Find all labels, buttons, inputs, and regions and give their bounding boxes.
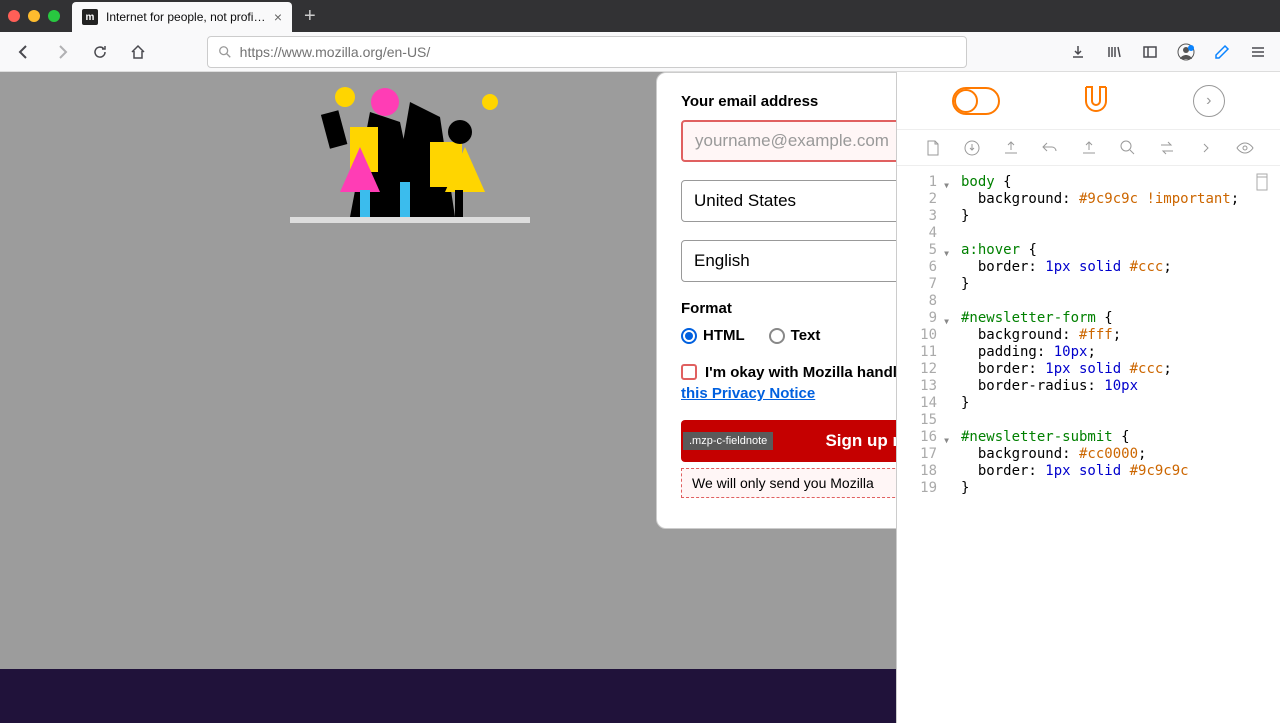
- line-number: 6: [897, 259, 937, 276]
- address-bar[interactable]: https://www.mozilla.org/en-US/: [207, 36, 967, 68]
- format-text-radio[interactable]: Text: [769, 327, 821, 344]
- page-content: Your email address United States English…: [0, 72, 1280, 723]
- line-number: 2: [897, 191, 937, 208]
- url-text: https://www.mozilla.org/en-US/: [240, 44, 431, 60]
- tab-title: Internet for people, not profit —: [106, 10, 266, 24]
- line-number: 9▼: [897, 310, 937, 327]
- reload-button[interactable]: [86, 38, 114, 66]
- download-icon[interactable]: [962, 138, 982, 158]
- line-number: 8: [897, 293, 937, 310]
- tab-strip: m Internet for people, not profit — × +: [0, 0, 1280, 32]
- line-number: 14: [897, 395, 937, 412]
- line-number: 3: [897, 208, 937, 225]
- search-icon: [218, 45, 232, 59]
- favicon: m: [82, 9, 98, 25]
- page-footer: [0, 669, 896, 723]
- privacy-notice-link[interactable]: this Privacy Notice: [681, 385, 815, 402]
- chevron-right-icon[interactable]: [1196, 138, 1216, 158]
- browser-tab[interactable]: m Internet for people, not profit — ×: [72, 2, 292, 32]
- line-number: 4: [897, 225, 937, 242]
- close-window-button[interactable]: [8, 10, 20, 22]
- magnet-icon[interactable]: [1078, 83, 1114, 119]
- new-file-icon[interactable]: [923, 138, 943, 158]
- hero-illustration: [290, 72, 530, 227]
- line-number: 16▼: [897, 429, 937, 446]
- css-editor[interactable]: 1▼ 2 3 4 5▼ 6 7 8 9▼ 10 11 12 13 14 15 1…: [897, 166, 1280, 497]
- maximize-window-button[interactable]: [48, 10, 60, 22]
- upload-icon[interactable]: [1001, 138, 1021, 158]
- profile-icon[interactable]: [1174, 40, 1198, 64]
- sidebar-icon[interactable]: [1138, 40, 1162, 64]
- line-number: 17: [897, 446, 937, 463]
- language-value: English: [694, 251, 750, 271]
- line-number: 19: [897, 480, 937, 497]
- eye-icon[interactable]: [1235, 138, 1255, 158]
- line-number: 7: [897, 276, 937, 293]
- line-number: 11: [897, 344, 937, 361]
- radio-checked-icon: [681, 328, 697, 344]
- line-number: 15: [897, 412, 937, 429]
- style-editor-panel: › 1▼ 2 3 4 5▼ 6 7 8 9▼ 1: [896, 72, 1280, 723]
- code-body[interactable]: body { background: #9c9c9c !important; }…: [941, 174, 1239, 497]
- swap-icon[interactable]: [1157, 138, 1177, 158]
- forward-button[interactable]: [48, 38, 76, 66]
- line-number: 13: [897, 378, 937, 395]
- line-gutter: 1▼ 2 3 4 5▼ 6 7 8 9▼ 10 11 12 13 14 15 1…: [897, 174, 941, 497]
- search-icon[interactable]: [1118, 138, 1138, 158]
- format-html-radio[interactable]: HTML: [681, 327, 745, 344]
- line-number: 12: [897, 361, 937, 378]
- expand-panel-button[interactable]: ›: [1193, 85, 1225, 117]
- close-tab-icon[interactable]: ×: [274, 9, 282, 25]
- radio-label: HTML: [703, 327, 745, 344]
- home-button[interactable]: [124, 38, 152, 66]
- downloads-icon[interactable]: [1066, 40, 1090, 64]
- edit-icon[interactable]: [1210, 40, 1234, 64]
- new-tab-button[interactable]: +: [304, 5, 316, 28]
- line-number: 1▼: [897, 174, 937, 191]
- back-button[interactable]: [10, 38, 38, 66]
- copy-icon[interactable]: [1252, 172, 1270, 197]
- line-number: 10: [897, 327, 937, 344]
- minimize-window-button[interactable]: [28, 10, 40, 22]
- consent-label: I'm okay with Mozilla handling: [705, 364, 919, 381]
- live-preview-toggle[interactable]: [952, 87, 1000, 115]
- browser-toolbar: https://www.mozilla.org/en-US/: [0, 32, 1280, 72]
- line-number: 5▼: [897, 242, 937, 259]
- window-controls: [8, 10, 60, 22]
- inspector-badge: .mzp-c-fieldnote: [683, 432, 773, 450]
- radio-label: Text: [791, 327, 821, 344]
- checkbox-unchecked-icon: [681, 364, 697, 380]
- library-icon[interactable]: [1102, 40, 1126, 64]
- undo-icon[interactable]: [1040, 138, 1060, 158]
- radio-unchecked-icon: [769, 328, 785, 344]
- country-value: United States: [694, 191, 796, 211]
- share-icon[interactable]: [1079, 138, 1099, 158]
- line-number: 18: [897, 463, 937, 480]
- menu-icon[interactable]: [1246, 40, 1270, 64]
